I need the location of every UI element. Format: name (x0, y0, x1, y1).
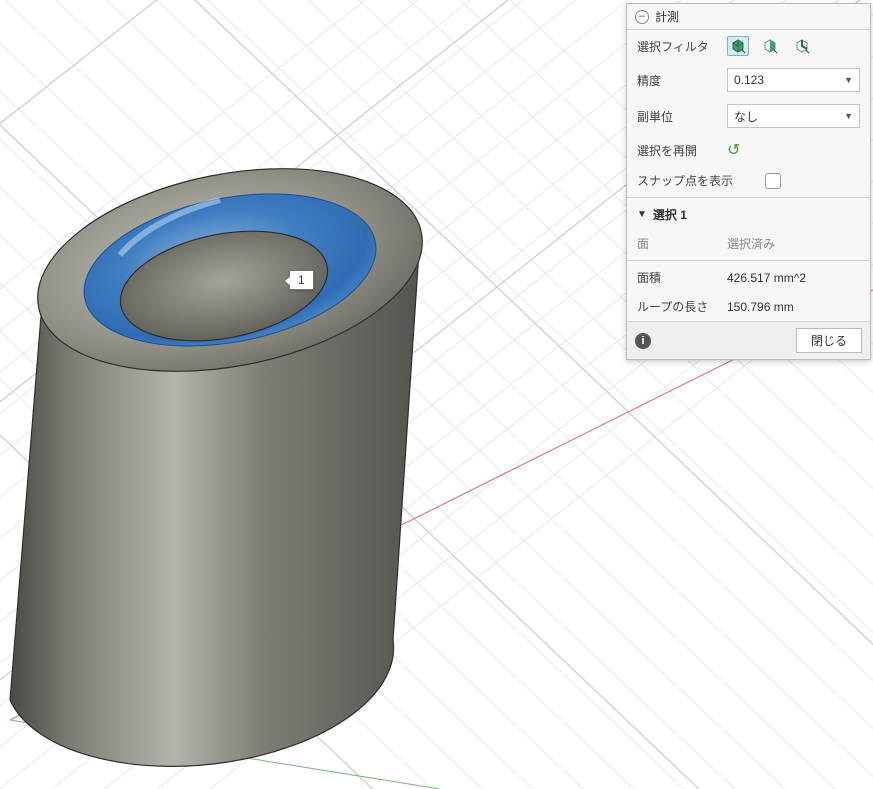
snap-checkbox[interactable] (765, 173, 781, 189)
info-icon[interactable]: i (635, 333, 651, 349)
filter-label: 選択フィルタ (637, 38, 719, 55)
selection-header-text: 選択 1 (653, 206, 687, 223)
subunit-select[interactable]: なし ▼ (727, 104, 860, 128)
selection-section-header[interactable]: ▼ 選択 1 (627, 200, 870, 229)
panel-titlebar[interactable]: – 計測 (627, 4, 870, 30)
model-cylinder[interactable] (10, 139, 440, 767)
selection-callout: 1 (289, 270, 314, 290)
subunit-label: 副単位 (637, 108, 719, 125)
face-filter-icon[interactable] (759, 36, 781, 56)
close-button[interactable]: 閉じる (796, 328, 862, 353)
minimize-icon[interactable]: – (635, 10, 649, 24)
precision-select[interactable]: 0.123 ▼ (727, 68, 860, 92)
snap-label: スナップ点を表示 (637, 172, 757, 189)
subunit-value: なし (734, 108, 758, 125)
edge-filter-icon[interactable] (791, 36, 813, 56)
callout-number: 1 (289, 270, 314, 290)
area-value: 426.517 mm^2 (727, 271, 860, 285)
face-label: 面 (637, 235, 719, 252)
panel-title-text: 計測 (655, 8, 679, 25)
face-status: 選択済み (727, 235, 860, 252)
chevron-down-icon: ▼ (844, 111, 853, 121)
area-label: 面積 (637, 269, 719, 286)
chevron-down-icon: ▼ (844, 75, 853, 85)
restart-label: 選択を再開 (637, 142, 719, 159)
loop-label: ループの長さ (637, 298, 719, 315)
precision-label: 精度 (637, 72, 719, 89)
precision-value: 0.123 (734, 73, 764, 87)
chevron-down-icon: ▼ (637, 209, 647, 220)
loop-value: 150.796 mm (727, 300, 860, 314)
refresh-icon[interactable]: ↺ (727, 140, 740, 160)
measure-panel: – 計測 選択フィルタ 精度 0.123 ▼ 副単位 なし ▼ (626, 3, 871, 360)
body-filter-icon[interactable] (727, 36, 749, 56)
